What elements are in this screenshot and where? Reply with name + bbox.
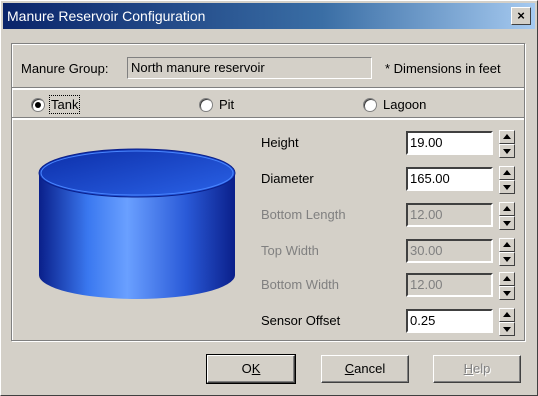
radio-lagoon-label[interactable]: Lagoon	[383, 97, 426, 112]
close-icon: ×	[517, 8, 525, 23]
spin-up-icon	[499, 238, 515, 252]
ok-button[interactable]: OK	[206, 354, 296, 384]
sensor-offset-input[interactable]: 0.25	[406, 309, 493, 333]
top-width-input: 30.00	[406, 239, 493, 263]
help-button-post: elp	[473, 361, 491, 376]
bottom-length-spinner	[499, 202, 515, 230]
sensor-offset-spinner[interactable]	[499, 308, 515, 336]
help-button-accel: H	[463, 361, 474, 376]
close-button[interactable]: ×	[511, 7, 531, 25]
diameter-input[interactable]: 165.00	[406, 167, 493, 191]
height-input[interactable]: 19.00	[406, 131, 493, 155]
spin-down-icon	[499, 216, 515, 230]
spin-down-icon[interactable]	[499, 322, 515, 336]
manure-group-value: North manure reservoir	[127, 57, 372, 79]
sensor-offset-label: Sensor Offset	[261, 313, 341, 328]
spin-up-icon[interactable]	[499, 130, 515, 144]
bottom-width-label: Bottom Width	[261, 277, 340, 292]
diameter-spinner[interactable]	[499, 166, 515, 194]
ok-button-accel: K	[251, 361, 261, 376]
radio-pit-label[interactable]: Pit	[219, 97, 234, 112]
dialog-window: Manure Reservoir Configuration × Manure …	[0, 0, 538, 396]
spin-down-icon[interactable]	[499, 180, 515, 194]
spin-up-icon[interactable]	[499, 166, 515, 180]
tank-illustration	[38, 148, 236, 299]
spin-down-icon	[499, 252, 515, 266]
help-button: Help	[433, 355, 521, 383]
ok-button-pre: O	[241, 361, 252, 376]
dimensions-note: * Dimensions in feet	[385, 61, 501, 76]
top-width-label: Top Width	[261, 243, 319, 258]
manure-group-label: Manure Group:	[21, 61, 109, 76]
spin-up-icon	[499, 202, 515, 216]
bottom-length-input: 12.00	[406, 203, 493, 227]
radio-pit-indicator[interactable]	[199, 98, 213, 112]
window-title: Manure Reservoir Configuration	[7, 8, 206, 24]
height-label: Height	[261, 135, 299, 150]
spin-up-icon	[499, 272, 515, 286]
height-spinner[interactable]	[499, 130, 515, 158]
spin-up-icon[interactable]	[499, 308, 515, 322]
spin-down-icon	[499, 286, 515, 300]
bottom-width-spinner	[499, 272, 515, 300]
diameter-label: Diameter	[261, 171, 314, 186]
radio-tank-label[interactable]: Tank	[48, 95, 81, 114]
reservoir-type-box	[11, 87, 525, 119]
bottom-length-label: Bottom Length	[261, 207, 346, 222]
spin-down-icon[interactable]	[499, 144, 515, 158]
top-width-spinner	[499, 238, 515, 266]
radio-tank-indicator[interactable]	[31, 98, 45, 112]
cancel-button-accel: C	[344, 361, 355, 376]
cancel-button[interactable]: Cancel	[321, 355, 409, 383]
title-bar[interactable]: Manure Reservoir Configuration ×	[3, 3, 535, 29]
bottom-width-input: 12.00	[406, 273, 493, 297]
radio-lagoon-indicator[interactable]	[363, 98, 377, 112]
cancel-button-post: ancel	[354, 361, 386, 376]
